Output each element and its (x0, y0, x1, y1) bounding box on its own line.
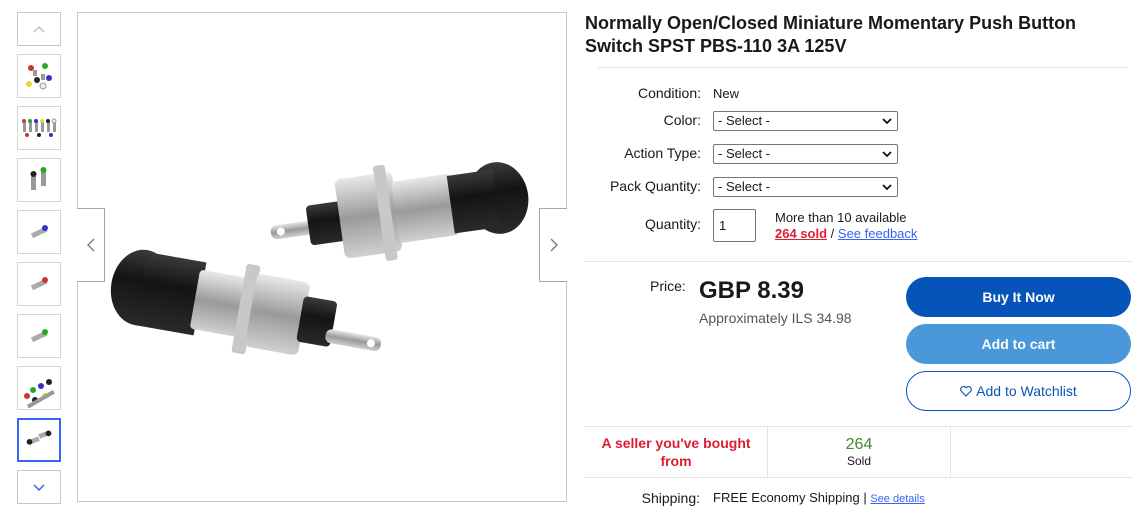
condition-value: New (713, 86, 740, 101)
add-to-watchlist-label: Add to Watchlist (976, 383, 1077, 399)
approximate-price: Approximately ILS 34.98 (699, 310, 852, 326)
product-thumbnail-image (24, 379, 55, 408)
seller-bought-line1: A seller you've bought (601, 435, 751, 451)
sold-count-link[interactable]: 264 sold (775, 226, 827, 241)
see-details-link[interactable]: See details (870, 493, 924, 505)
buy-it-now-button[interactable]: Buy It Now (906, 277, 1131, 317)
product-thumbnail-image (30, 329, 48, 343)
thumbnail-scroll-up-button[interactable] (17, 12, 61, 46)
condition-label: Condition: (637, 85, 701, 101)
action-type-label: Action Type: (624, 145, 701, 161)
add-to-watchlist-button[interactable]: Add to Watchlist (906, 371, 1131, 411)
thumbnail-4[interactable] (17, 210, 61, 254)
thumbnail-3[interactable] (17, 158, 61, 202)
price-label: Price: (650, 278, 686, 294)
sold-stat-label: Sold (846, 454, 872, 468)
chevron-down-icon (882, 118, 892, 125)
quantity-input[interactable]: 1 (713, 209, 756, 242)
product-thumbnail-image (30, 225, 48, 239)
color-label: Color: (663, 112, 701, 128)
pack-quantity-label: Pack Quantity: (609, 178, 701, 194)
shipping-label: Shipping: (641, 490, 700, 506)
action-type-select-value: - Select - (718, 146, 771, 161)
heart-icon (960, 385, 973, 397)
push-button-switch-photo (110, 162, 529, 355)
thumbnail-2[interactable] (17, 106, 61, 150)
product-title: Normally Open/Closed Miniature Momentary… (585, 13, 1077, 56)
divider (598, 67, 1128, 68)
product-thumbnail-image (30, 277, 48, 291)
quantity-label: Quantity: (644, 216, 701, 232)
shipping-divider: | (863, 490, 867, 505)
thumbnail-7[interactable] (17, 366, 61, 410)
shipping-value: FREE Economy Shipping | See details (713, 490, 925, 505)
chevron-down-icon (33, 484, 45, 492)
seller-bought-line2: from (660, 453, 692, 469)
chevron-left-icon (86, 238, 94, 252)
action-type-select[interactable]: - Select - (713, 144, 898, 164)
pack-quantity-select-value: - Select - (718, 179, 771, 194)
color-select[interactable]: - Select - (713, 111, 898, 131)
color-select-value: - Select - (718, 113, 771, 128)
seller-bought-from-stat: A seller you've bought from (585, 427, 768, 477)
availability-text: More than 10 available (775, 210, 907, 225)
thumbnail-scroll-down-button[interactable] (17, 470, 61, 504)
thumbnail-strip (17, 12, 62, 504)
seller-stats-strip: A seller you've bought from 264 Sold (585, 426, 1133, 478)
sold-stat-number: 264 (845, 436, 873, 453)
sold-stat: 264 Sold (768, 427, 951, 477)
buy-it-now-label: Buy It Now (982, 289, 1055, 305)
product-thumbnail-image (30, 167, 47, 190)
separator: / (830, 226, 835, 241)
pack-quantity-select[interactable]: - Select - (713, 177, 898, 197)
image-next-button[interactable] (539, 208, 567, 282)
price-value: GBP 8.39 (699, 277, 804, 304)
thumbnail-1[interactable] (17, 54, 61, 98)
main-product-image[interactable] (77, 12, 567, 502)
add-to-cart-button[interactable]: Add to cart (906, 324, 1131, 364)
thumbnail-8-selected[interactable] (17, 418, 61, 462)
add-to-cart-label: Add to cart (981, 336, 1056, 352)
chevron-up-icon (33, 25, 45, 33)
sold-feedback-line: 264 sold / See feedback (775, 226, 917, 241)
shipping-method: FREE Economy Shipping (713, 490, 860, 505)
product-thumbnail-image (26, 430, 52, 445)
chevron-right-icon (550, 238, 558, 252)
thumbnail-6[interactable] (17, 314, 61, 358)
chevron-down-icon (882, 151, 892, 158)
divider (585, 261, 1133, 262)
see-feedback-link[interactable]: See feedback (838, 226, 918, 241)
product-thumbnail-image (26, 63, 52, 90)
image-previous-button[interactable] (77, 208, 105, 282)
chevron-down-icon (882, 184, 892, 191)
thumbnail-5[interactable] (17, 262, 61, 306)
empty-stat (951, 427, 1133, 477)
product-thumbnail-image (22, 118, 57, 137)
